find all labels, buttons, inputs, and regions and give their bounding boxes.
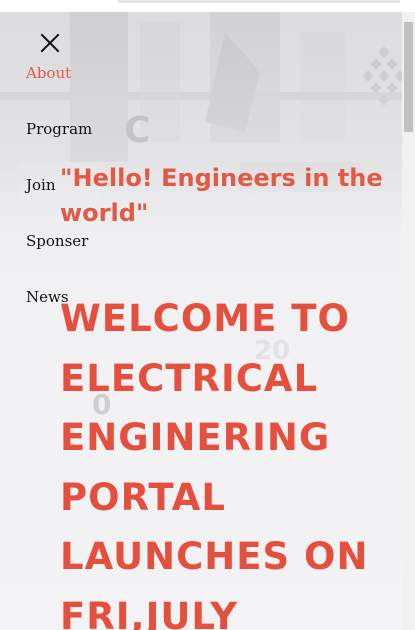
page: C 0 20 "Hello! Engineers in the world" W…: [0, 0, 415, 630]
menu-item-sponser[interactable]: Sponser: [26, 232, 92, 288]
vertical-scrollbar[interactable]: [402, 12, 415, 630]
hero-greeting: "Hello! Engineers in the world": [60, 164, 383, 227]
hero-section: C 0 20 "Hello! Engineers in the world" W…: [0, 12, 402, 630]
hero-headline: WELCOME TO ELECTRICAL ENGINERING PORTAL …: [60, 297, 369, 630]
top-edge: [0, 0, 415, 12]
top-edge-line: [118, 0, 400, 3]
close-icon: [40, 33, 60, 53]
decorative-letter-c: C: [124, 110, 151, 151]
menu-item-news[interactable]: News: [26, 288, 92, 344]
menu-item-about[interactable]: About: [26, 64, 92, 120]
menu-item-join[interactable]: Join: [26, 176, 92, 232]
side-menu: About Program Join Sponser News: [26, 64, 92, 344]
menu-item-program[interactable]: Program: [26, 120, 92, 176]
scrollbar-thumb[interactable]: [404, 22, 413, 132]
close-menu-button[interactable]: [38, 31, 62, 55]
